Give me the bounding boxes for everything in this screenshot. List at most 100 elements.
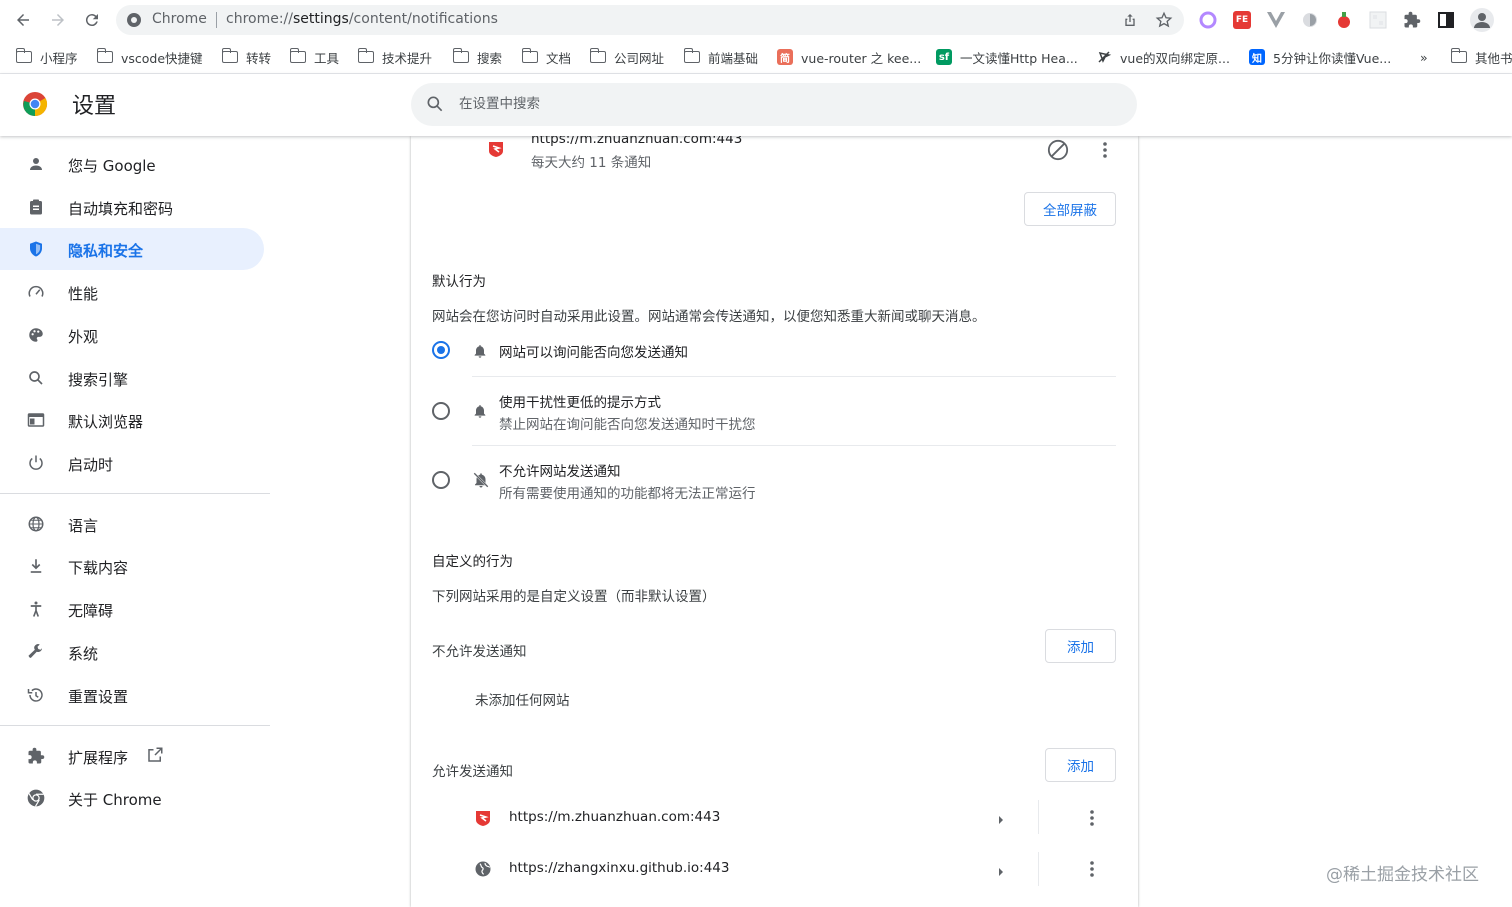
- bookmark-item[interactable]: 小程序: [15, 48, 78, 66]
- browser-toolbar: Chrome chrome://settings/content/notific…: [0, 0, 1512, 40]
- bookmark-item[interactable]: vue的双向绑定原...: [1096, 48, 1230, 66]
- add-blocked-button[interactable]: 添加: [1045, 629, 1116, 663]
- sidebar-item-system[interactable]: 系统: [0, 631, 264, 673]
- option-sublabel: 所有需要使用通知的功能都将无法正常运行: [499, 486, 756, 502]
- settings-search[interactable]: [411, 83, 1137, 126]
- bookmark-item[interactable]: vscode快捷键: [96, 48, 203, 66]
- sidebar-item-autofill[interactable]: 自动填充和密码: [0, 186, 264, 228]
- bookmark-item[interactable]: 其他书签: [1450, 48, 1512, 66]
- omnibox-prefix: Chrome: [152, 11, 207, 27]
- search-input[interactable]: [459, 93, 1059, 115]
- bookmark-item[interactable]: 公司网址: [589, 48, 664, 66]
- extension-fe-icon[interactable]: FE: [1232, 10, 1252, 30]
- chevron-right-icon[interactable]: [997, 811, 1005, 830]
- bookmark-item[interactable]: 知 5分钟让你读懂Vue...: [1249, 48, 1391, 66]
- accessibility-icon: [26, 599, 46, 619]
- globe-icon: [474, 860, 492, 882]
- palette-icon: [26, 325, 46, 345]
- custom-behavior-description: 下列网站采用的是自定义设置（而非默认设置）: [432, 589, 716, 605]
- sidebar-item-label: 性能: [68, 285, 99, 303]
- extensions-puzzle-icon[interactable]: [1402, 10, 1422, 30]
- bell-icon: [472, 342, 488, 364]
- sidebar-item-privacy[interactable]: 隐私和安全: [0, 228, 264, 270]
- omnibox[interactable]: Chrome chrome://settings/content/notific…: [116, 5, 1184, 35]
- segmentfault-icon: sf: [936, 49, 952, 65]
- sidebar-item-label: 关于 Chrome: [68, 791, 162, 809]
- radio-quieter[interactable]: [432, 402, 450, 420]
- puzzle-icon: [26, 746, 46, 766]
- site-url: https://m.zhuanzhuan.com:443: [509, 809, 721, 825]
- radio-block[interactable]: [432, 471, 450, 489]
- speedometer-icon: [26, 282, 46, 302]
- site-row[interactable]: https://m.zhuanzhuan.com:443: [411, 792, 1138, 842]
- default-behavior-description: 网站会在您访问时自动采用此设置。网站通常会传送通知，以便您知悉重大新闻或聊天消息…: [432, 309, 986, 325]
- bookmark-item[interactable]: 工具: [289, 48, 339, 66]
- sidebar-item-about-chrome[interactable]: 关于 Chrome: [0, 777, 264, 819]
- bookmark-item[interactable]: 技术提升: [357, 48, 432, 66]
- back-button[interactable]: [11, 8, 35, 32]
- search-icon: [425, 94, 445, 114]
- site-row[interactable]: https://zhangxinxu.github.io:443: [411, 844, 1138, 894]
- bookmark-item[interactable]: 文档: [521, 48, 571, 66]
- arrow-right-icon: [52, 14, 64, 26]
- zhihu-icon: 知: [1249, 49, 1265, 65]
- extension-grid-icon[interactable]: [1368, 10, 1388, 30]
- forward-button[interactable]: [46, 8, 70, 32]
- bookmark-star-icon[interactable]: [1154, 10, 1174, 30]
- reload-icon: [85, 14, 98, 27]
- sidebar-item-label: 默认浏览器: [68, 413, 144, 431]
- bell-icon: [472, 402, 488, 424]
- more-vert-icon[interactable]: [1082, 859, 1102, 879]
- sidebar-item-accessibility[interactable]: 无障碍: [0, 588, 264, 630]
- sidebar-item-on-startup[interactable]: 启动时: [0, 442, 264, 484]
- power-icon: [26, 453, 46, 473]
- folder-icon: [1450, 48, 1467, 64]
- extension-circle-icon[interactable]: [1198, 10, 1218, 30]
- block-icon[interactable]: [1047, 139, 1069, 165]
- more-vert-icon[interactable]: [1082, 808, 1102, 828]
- sidebar-item-reset[interactable]: 重置设置: [0, 674, 264, 716]
- sidebar-item-appearance[interactable]: 外观: [0, 314, 264, 356]
- more-vert-icon[interactable]: [1095, 140, 1115, 160]
- row-divider: [1038, 800, 1039, 834]
- bookmark-item[interactable]: 简 vue-router 之 kee...: [777, 48, 921, 66]
- settings-header: 设置: [0, 74, 1512, 136]
- extension-vue-icon[interactable]: [1266, 10, 1286, 30]
- folder-icon: [96, 48, 113, 64]
- sidebar-item-label: 下载内容: [68, 559, 129, 577]
- sidebar-item-extensions[interactable]: 扩展程序: [0, 735, 264, 777]
- bookmark-item[interactable]: 转转: [221, 48, 271, 66]
- chevron-right-icon[interactable]: [997, 863, 1005, 882]
- open-in-new-icon: [146, 746, 164, 768]
- folder-icon: [357, 48, 374, 64]
- add-allowed-button[interactable]: 添加: [1045, 748, 1116, 782]
- folder-icon: [221, 48, 238, 64]
- side-panel-icon[interactable]: [1436, 10, 1456, 30]
- bookmark-item[interactable]: 搜索: [452, 48, 502, 66]
- row-divider: [1038, 852, 1039, 886]
- more-bookmarks-button[interactable]: »: [1420, 48, 1428, 66]
- profile-avatar-icon[interactable]: [1470, 8, 1494, 32]
- extension-red-icon[interactable]: [1334, 10, 1354, 30]
- chrome-site-icon: [126, 12, 142, 28]
- reload-button[interactable]: [80, 8, 104, 32]
- link-icon: [1096, 50, 1112, 64]
- sidebar-item-performance[interactable]: 性能: [0, 271, 264, 313]
- option-divider: [472, 376, 1116, 377]
- sidebar-item-default-browser[interactable]: 默认浏览器: [0, 399, 264, 441]
- share-icon[interactable]: [1120, 10, 1140, 30]
- sidebar-item-label: 扩展程序: [68, 749, 129, 767]
- sidebar-item-downloads[interactable]: 下载内容: [0, 545, 264, 587]
- download-icon: [26, 556, 46, 576]
- bookmark-item[interactable]: sf 一文读懂Http Hea...: [936, 48, 1078, 66]
- bookmark-item[interactable]: 前端基础: [683, 48, 758, 66]
- sidebar-item-you-and-google[interactable]: 您与 Google: [0, 143, 264, 185]
- page-title: 设置: [72, 94, 117, 119]
- omnibox-divider: [216, 12, 217, 28]
- extension-gray-icon[interactable]: [1300, 10, 1320, 30]
- block-all-button[interactable]: 全部屏蔽: [1024, 192, 1116, 226]
- sidebar-item-search-engine[interactable]: 搜索引擎: [0, 357, 264, 399]
- radio-allow-ask[interactable]: [432, 341, 450, 359]
- option-sublabel: 禁止网站在询问能否向您发送通知时干扰您: [499, 417, 756, 433]
- sidebar-item-languages[interactable]: 语言: [0, 503, 264, 545]
